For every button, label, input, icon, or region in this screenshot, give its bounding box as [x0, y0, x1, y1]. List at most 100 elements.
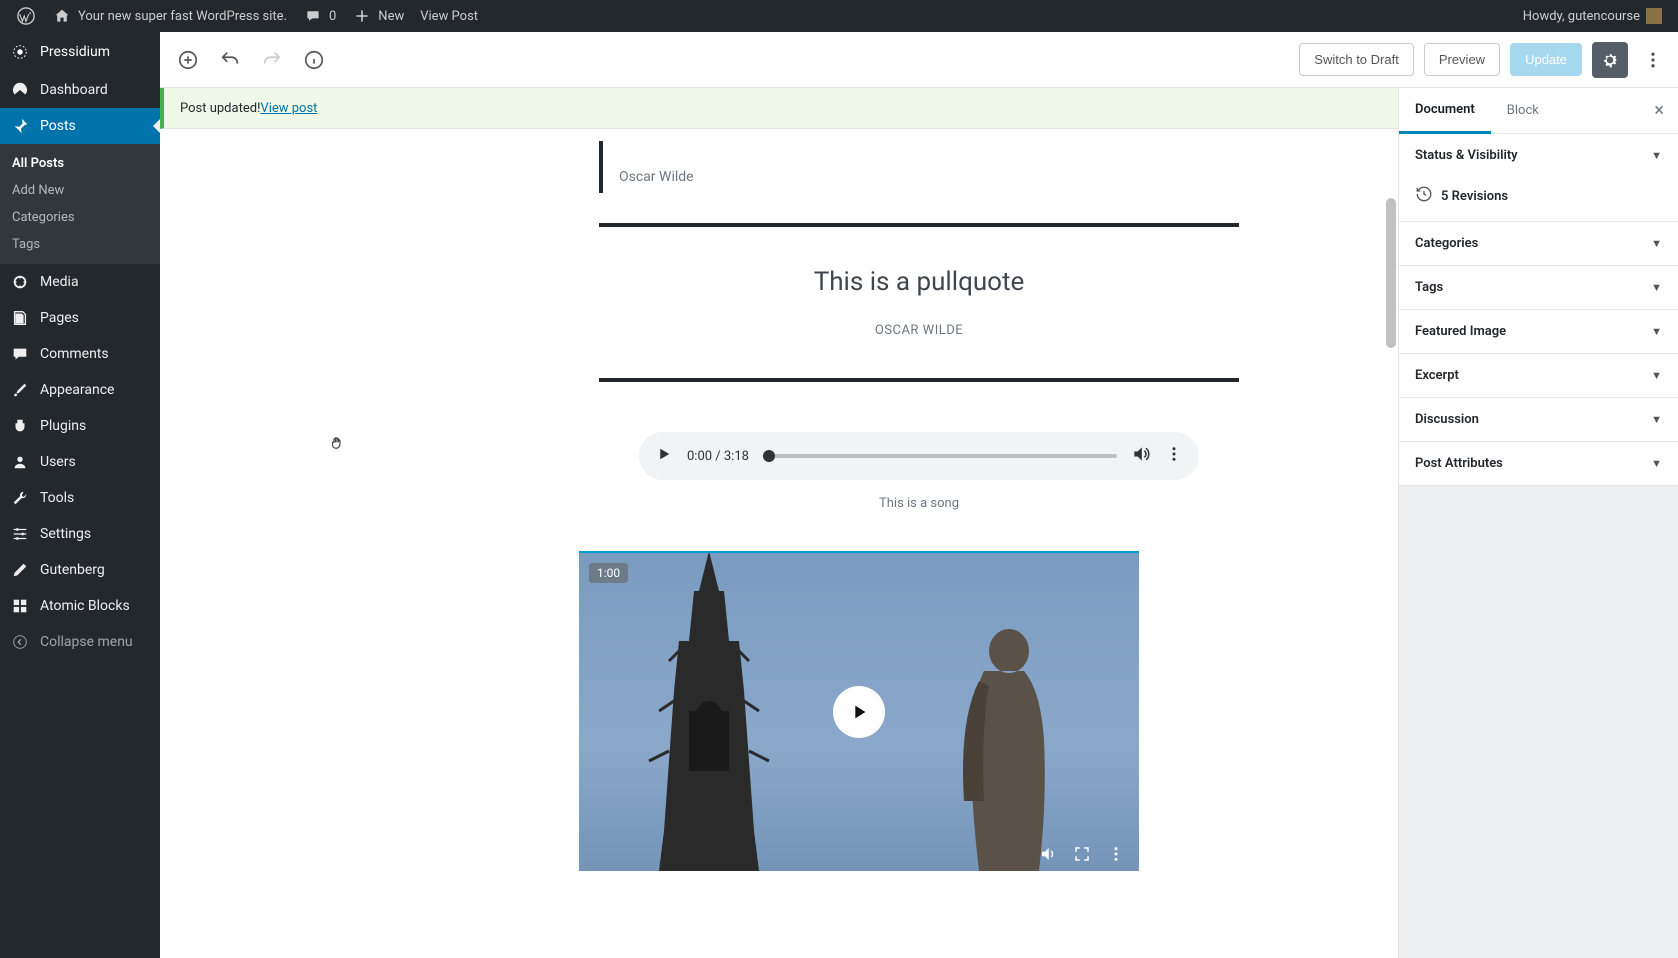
section-categories-header[interactable]: Categories▼ [1399, 222, 1678, 265]
audio-volume-button[interactable] [1131, 444, 1151, 468]
audio-time: 0:00 / 3:18 [687, 449, 749, 464]
menu-label: Pages [40, 310, 79, 326]
menu-label: Dashboard [40, 82, 108, 98]
pullquote-text: This is a pullquote [599, 267, 1239, 297]
undo-button[interactable] [212, 42, 248, 78]
collapse-icon [10, 632, 30, 652]
menu-label: Tools [40, 490, 74, 506]
howdy-link[interactable]: Howdy, gutencourse [1515, 0, 1670, 32]
notice-link[interactable]: View post [260, 101, 317, 116]
submenu-tags[interactable]: Tags [0, 231, 160, 258]
menu-atomic[interactable]: Atomic Blocks [0, 588, 160, 624]
redo-button[interactable] [254, 42, 290, 78]
video-menu-icon[interactable] [1107, 845, 1125, 867]
chevron-down-icon: ▼ [1651, 369, 1662, 382]
history-icon [1415, 185, 1433, 207]
chevron-down-icon: ▼ [1651, 457, 1662, 470]
user-icon [10, 452, 30, 472]
chevron-down-icon: ▼ [1651, 149, 1662, 162]
grab-cursor-icon [328, 434, 346, 456]
plus-icon [352, 6, 372, 26]
blocks-icon [10, 596, 30, 616]
tab-document[interactable]: Document [1399, 88, 1491, 134]
chevron-down-icon: ▼ [1651, 281, 1662, 294]
new-label: New [378, 9, 404, 24]
menu-users[interactable]: Users [0, 444, 160, 480]
section-featured-header[interactable]: Featured Image▼ [1399, 310, 1678, 353]
menu-dashboard[interactable]: Dashboard [0, 72, 160, 108]
scrollbar-thumb[interactable] [1386, 198, 1396, 348]
scrollbar[interactable] [1385, 88, 1397, 958]
audio-thumb[interactable] [763, 450, 775, 462]
section-status-header[interactable]: Status & Visibility▼ [1399, 134, 1678, 177]
menu-settings[interactable]: Settings [0, 516, 160, 552]
video-preview: 1:00 [579, 551, 1139, 871]
menu-pages[interactable]: Pages [0, 300, 160, 336]
host-header[interactable]: Pressidium [0, 32, 160, 72]
sliders-icon [10, 524, 30, 544]
video-fullscreen-icon[interactable] [1073, 845, 1091, 867]
site-link[interactable]: Your new super fast WordPress site. [44, 0, 295, 32]
comments-link[interactable]: 0 [295, 0, 344, 32]
quote-citation: Oscar Wilde [619, 169, 1239, 185]
submenu-categories[interactable]: Categories [0, 204, 160, 231]
more-options[interactable] [1638, 42, 1668, 78]
settings-tabs: Document Block × [1399, 88, 1678, 134]
submenu-all-posts[interactable]: All Posts [0, 150, 160, 177]
comments-count: 0 [329, 9, 336, 24]
menu-posts[interactable]: Posts [0, 108, 160, 144]
site-title: Your new super fast WordPress site. [78, 9, 287, 24]
menu-comments[interactable]: Comments [0, 336, 160, 372]
info-button[interactable] [296, 42, 332, 78]
audio-player: 0:00 / 3:18 [639, 432, 1199, 480]
switch-draft-button[interactable]: Switch to Draft [1299, 43, 1414, 76]
section-attrs: Post Attributes▼ [1399, 442, 1678, 486]
section-excerpt: Excerpt▼ [1399, 354, 1678, 398]
update-button[interactable]: Update [1510, 43, 1582, 76]
section-featured: Featured Image▼ [1399, 310, 1678, 354]
menu-label: Posts [40, 118, 76, 134]
section-attrs-header[interactable]: Post Attributes▼ [1399, 442, 1678, 485]
menu-tools[interactable]: Tools [0, 480, 160, 516]
new-link[interactable]: New [344, 0, 412, 32]
menu-label: Comments [40, 346, 109, 362]
menu-appearance[interactable]: Appearance [0, 372, 160, 408]
avatar [1646, 8, 1662, 24]
menu-label: Settings [40, 526, 91, 542]
video-block[interactable]: 1:00 [579, 551, 1139, 871]
menu-media[interactable]: Media [0, 264, 160, 300]
section-discussion-header[interactable]: Discussion▼ [1399, 398, 1678, 441]
settings-toggle[interactable] [1592, 42, 1628, 78]
howdy-label: Howdy, gutencourse [1523, 9, 1640, 24]
audio-play-button[interactable] [655, 445, 673, 467]
add-block-button[interactable] [170, 42, 206, 78]
section-excerpt-header[interactable]: Excerpt▼ [1399, 354, 1678, 397]
pullquote-block[interactable]: This is a pullquote OSCAR WILDE [599, 223, 1239, 382]
menu-plugins[interactable]: Plugins [0, 408, 160, 444]
audio-block[interactable]: 0:00 / 3:18 This is a song [599, 432, 1239, 511]
section-discussion: Discussion▼ [1399, 398, 1678, 442]
menu-label: Atomic Blocks [40, 598, 130, 614]
wp-logo[interactable] [8, 0, 44, 32]
close-panel[interactable]: × [1640, 100, 1678, 121]
view-post-link[interactable]: View Post [412, 0, 486, 32]
section-tags-header[interactable]: Tags▼ [1399, 266, 1678, 309]
audio-seek[interactable] [763, 454, 1117, 458]
host-label: Pressidium [40, 44, 110, 60]
quote-block[interactable]: Oscar Wilde [599, 141, 1239, 193]
audio-menu-button[interactable] [1165, 445, 1183, 467]
tab-block[interactable]: Block [1491, 89, 1555, 132]
chevron-down-icon: ▼ [1651, 237, 1662, 250]
menu-gutenberg[interactable]: Gutenberg [0, 552, 160, 588]
preview-button[interactable]: Preview [1424, 43, 1500, 76]
revisions-link[interactable]: 5 Revisions [1415, 185, 1662, 207]
video-play-button[interactable] [833, 686, 885, 738]
section-tags: Tags▼ [1399, 266, 1678, 310]
dashboard-icon [10, 80, 30, 100]
collapse-menu[interactable]: Collapse menu [0, 624, 160, 660]
admin-bar: Your new super fast WordPress site. 0 Ne… [0, 0, 1678, 32]
notice-text: Post updated! [180, 101, 260, 116]
plug-icon [10, 416, 30, 436]
video-volume-icon[interactable] [1039, 845, 1057, 867]
submenu-add-new[interactable]: Add New [0, 177, 160, 204]
